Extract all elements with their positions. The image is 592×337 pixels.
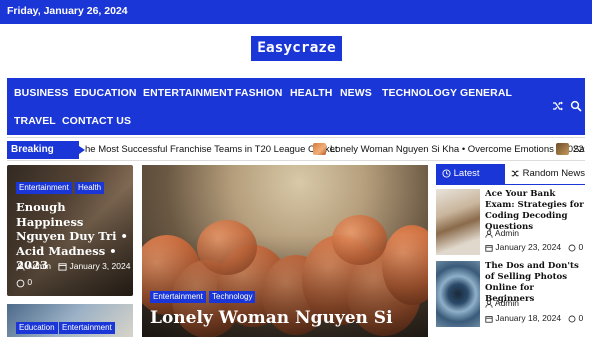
category-tag[interactable]: Health: [75, 182, 105, 194]
nav-item-technology[interactable]: TECHNOLOGY: [382, 87, 457, 99]
ticker-thumbnail[interactable]: [556, 143, 569, 155]
tab-underline: [436, 184, 585, 185]
user-icon: [485, 230, 493, 238]
nav-item-news[interactable]: NEWS: [340, 87, 372, 99]
main-nav: BUSINESS EDUCATION ENTERTAINMENT FASHION…: [7, 78, 585, 135]
ticker-item[interactable]: Lonely Woman Nguyen Si Kha • Overcome Em…: [330, 144, 584, 155]
comment-icon: [568, 244, 576, 252]
nav-item-contact-us[interactable]: CONTACT US: [62, 115, 131, 127]
comment-count[interactable]: 0: [579, 313, 584, 323]
nav-item-education[interactable]: EDUCATION: [74, 87, 137, 99]
post-title[interactable]: Ace Your Bank Exam: Strategies for Codin…: [485, 189, 585, 233]
nav-item-business[interactable]: BUSINESS: [14, 87, 68, 99]
category-tag[interactable]: Technology: [209, 291, 256, 303]
comment-icon: [568, 315, 576, 323]
user-icon: [16, 262, 25, 271]
category-tag[interactable]: Entertainment: [150, 291, 206, 303]
current-date: Friday, January 26, 2024: [7, 5, 128, 17]
post-author[interactable]: Admin: [485, 228, 519, 238]
featured-card[interactable]: Entertainment Health Enough Happiness Ng…: [7, 165, 133, 296]
tab-label: Random News: [522, 168, 585, 179]
nav-item-fashion[interactable]: FASHION: [235, 87, 282, 99]
comment-count[interactable]: 0: [579, 242, 584, 252]
calendar-icon: [485, 244, 493, 252]
nav-item-health[interactable]: HEALTH: [290, 87, 332, 99]
nav-item-travel[interactable]: TRAVEL: [14, 115, 56, 127]
author-name[interactable]: Admin: [495, 298, 519, 308]
comment-icon: [16, 279, 25, 287]
category-tag[interactable]: Entertainment: [59, 322, 115, 334]
ticker-item[interactable]: he Most Successful Franchise Teams in T2…: [85, 144, 338, 155]
post-meta: January 23, 2024 0: [485, 242, 583, 252]
post-date[interactable]: January 3, 2024: [69, 261, 130, 271]
ticker-item[interactable]: Savor: [573, 144, 585, 155]
nav-item-entertainment[interactable]: ENTERTAINMENT: [143, 87, 233, 99]
post-date[interactable]: January 23, 2024: [495, 242, 561, 252]
calendar-icon: [485, 315, 493, 323]
breaking-news-label: Breaking News: [7, 141, 85, 159]
author-name[interactable]: Admin: [27, 261, 51, 271]
breaking-news-bar: Breaking News he Most Successful Franchi…: [7, 137, 585, 161]
site-logo[interactable]: Easycraze: [251, 36, 342, 61]
post-meta: January 18, 2024 0: [485, 313, 583, 323]
category-tag[interactable]: Entertainment: [16, 182, 72, 194]
tab-latest-news[interactable]: Latest News: [436, 164, 505, 199]
sidebar-post[interactable]: Ace Your Bank Exam: Strategies for Codin…: [436, 189, 585, 255]
shuffle-icon: [511, 170, 519, 177]
top-bar: Friday, January 26, 2024: [0, 0, 592, 24]
user-icon: [485, 300, 493, 308]
hero-post[interactable]: Entertainment Technology Lonely Woman Ng…: [142, 165, 428, 337]
comment-count[interactable]: 0: [27, 277, 32, 287]
tab-random-news[interactable]: Random News: [511, 164, 585, 184]
nav-item-general[interactable]: GENERAL: [460, 87, 512, 99]
post-thumbnail[interactable]: [436, 261, 480, 327]
card-meta: Admin January 3, 2024 0: [16, 261, 130, 288]
post-thumbnail[interactable]: [436, 189, 480, 255]
clock-icon: [442, 169, 451, 178]
post-author[interactable]: Admin: [485, 298, 519, 308]
author-name[interactable]: Admin: [495, 228, 519, 238]
ticker-thumbnail[interactable]: [313, 143, 326, 155]
sidebar-tabs: Latest News Random News: [436, 164, 585, 199]
sidebar-post[interactable]: The Dos and Don'ts of Selling Photos Onl…: [436, 261, 585, 327]
category-tag[interactable]: Education: [16, 322, 58, 334]
featured-card[interactable]: Education Entertainment: [7, 304, 133, 337]
post-date[interactable]: January 18, 2024: [495, 313, 561, 323]
hero-title[interactable]: Lonely Woman Nguyen Si: [150, 308, 393, 328]
search-icon[interactable]: [570, 100, 582, 112]
calendar-icon: [58, 263, 67, 271]
shuffle-icon[interactable]: [552, 100, 564, 112]
